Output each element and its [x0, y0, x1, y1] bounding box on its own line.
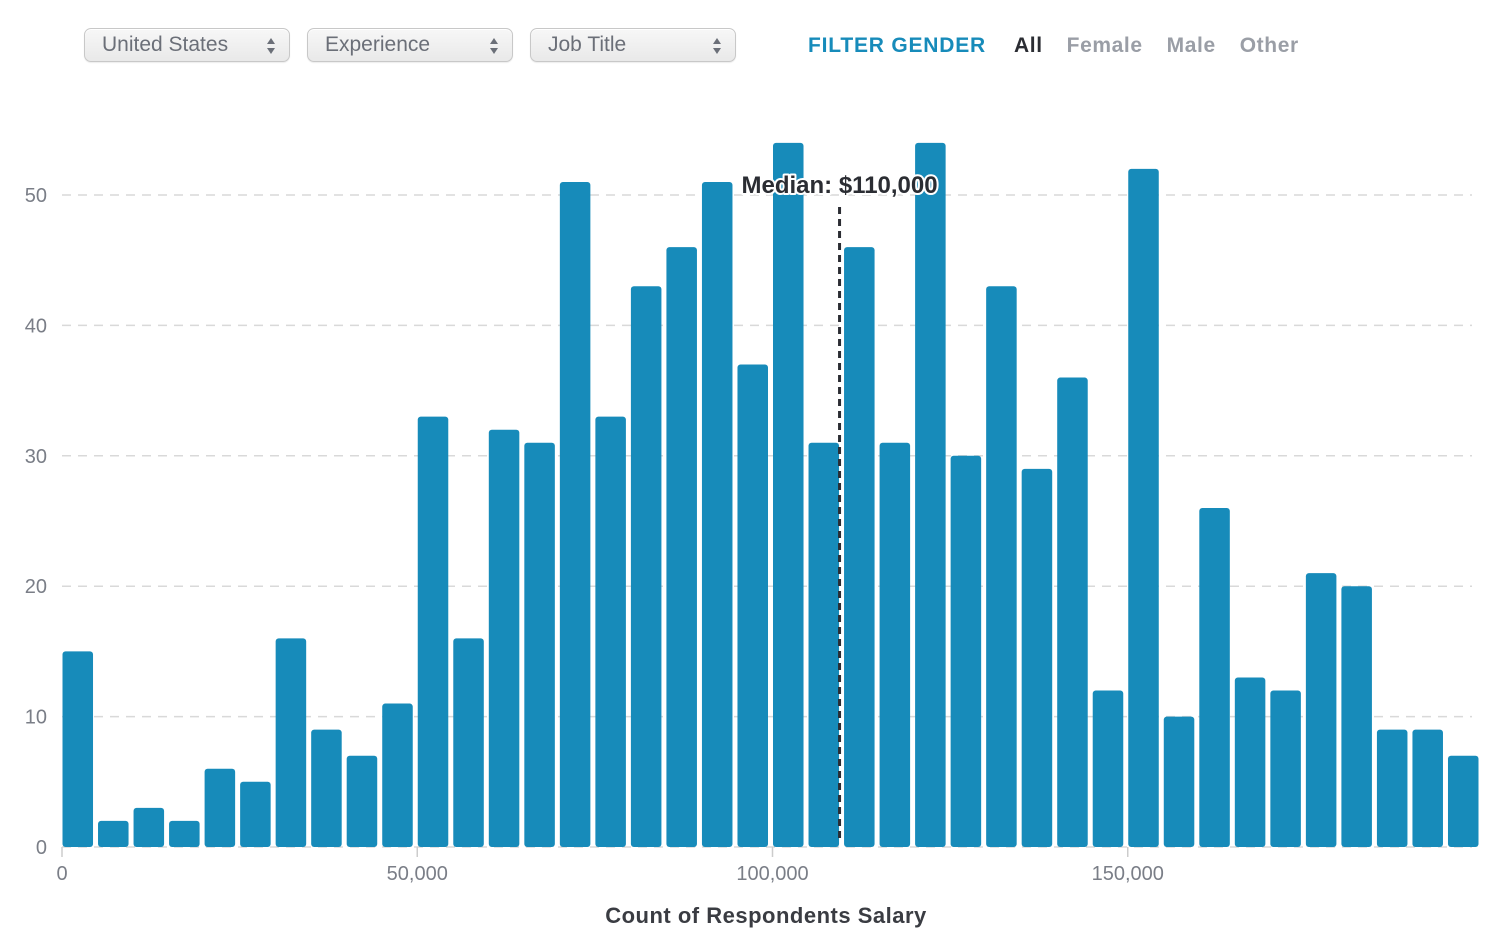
y-tick-label: 20 — [25, 576, 47, 598]
bar — [701, 181, 733, 847]
bar — [1163, 716, 1195, 847]
bar — [133, 807, 165, 847]
bar — [1376, 729, 1408, 847]
y-tick-label: 50 — [25, 185, 47, 207]
bar — [1057, 377, 1088, 847]
bar — [773, 142, 804, 848]
bar — [1305, 573, 1337, 847]
bar — [986, 286, 1017, 847]
bar — [1021, 468, 1053, 847]
bar — [1128, 168, 1159, 848]
bar — [346, 755, 378, 847]
bar — [630, 286, 662, 847]
bar — [204, 768, 236, 847]
salary-histogram: 0 10 20 30 40 50 0 50,000 100,000 150,000 Median… — [25, 142, 1479, 928]
bar — [169, 820, 200, 847]
bar — [488, 429, 520, 847]
bar — [666, 247, 697, 847]
x-tick-label: 50,000 — [387, 863, 448, 885]
bar — [559, 181, 591, 847]
bar — [62, 651, 94, 847]
bar — [915, 142, 946, 848]
bar — [950, 455, 982, 847]
bar — [311, 729, 342, 847]
bar — [844, 247, 875, 847]
y-tick-label: 30 — [25, 446, 47, 468]
x-axis-title: Count of Respondents Salary — [605, 903, 927, 928]
bar — [1234, 677, 1266, 847]
bar — [240, 781, 271, 847]
y-tick-label: 40 — [25, 315, 47, 337]
bar — [595, 416, 626, 847]
bar — [417, 416, 449, 847]
y-tick-label: 10 — [25, 707, 47, 729]
bar — [524, 442, 555, 847]
bar — [1270, 690, 1301, 847]
x-tick-label: 150,000 — [1092, 863, 1164, 885]
x-axis: 0 50,000 100,000 150,000 — [56, 847, 1164, 885]
bar — [98, 820, 129, 847]
y-tick-label: 0 — [36, 837, 47, 859]
bar — [1199, 507, 1230, 847]
bar — [808, 442, 840, 847]
x-tick-label: 100,000 — [736, 863, 808, 885]
bar — [382, 703, 413, 847]
bar — [1341, 586, 1372, 847]
bar — [1447, 755, 1479, 847]
bars — [62, 142, 1479, 848]
median-label: Median: $110,000 — [741, 172, 937, 199]
bar — [1092, 690, 1124, 847]
bar — [737, 364, 768, 847]
bar — [453, 638, 484, 847]
bar — [879, 442, 911, 847]
bar — [275, 638, 307, 847]
x-tick-label: 0 — [56, 863, 67, 885]
bar — [1412, 729, 1443, 847]
y-axis: 0 10 20 30 40 50 — [25, 185, 47, 859]
